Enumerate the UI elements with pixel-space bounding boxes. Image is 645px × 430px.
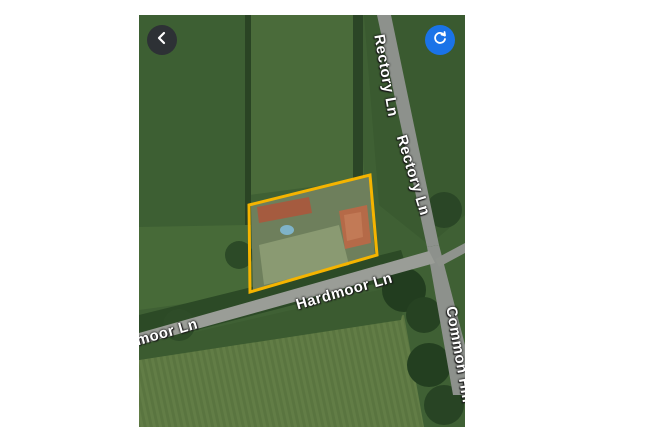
property-boundary (247, 173, 379, 294)
satellite-map[interactable]: Rectory Ln Rectory Ln Hardmoor Ln moor L… (139, 15, 465, 427)
refresh-icon (432, 30, 448, 51)
refresh-button[interactable] (425, 25, 455, 55)
chevron-left-icon (155, 31, 169, 50)
back-button[interactable] (147, 25, 177, 55)
